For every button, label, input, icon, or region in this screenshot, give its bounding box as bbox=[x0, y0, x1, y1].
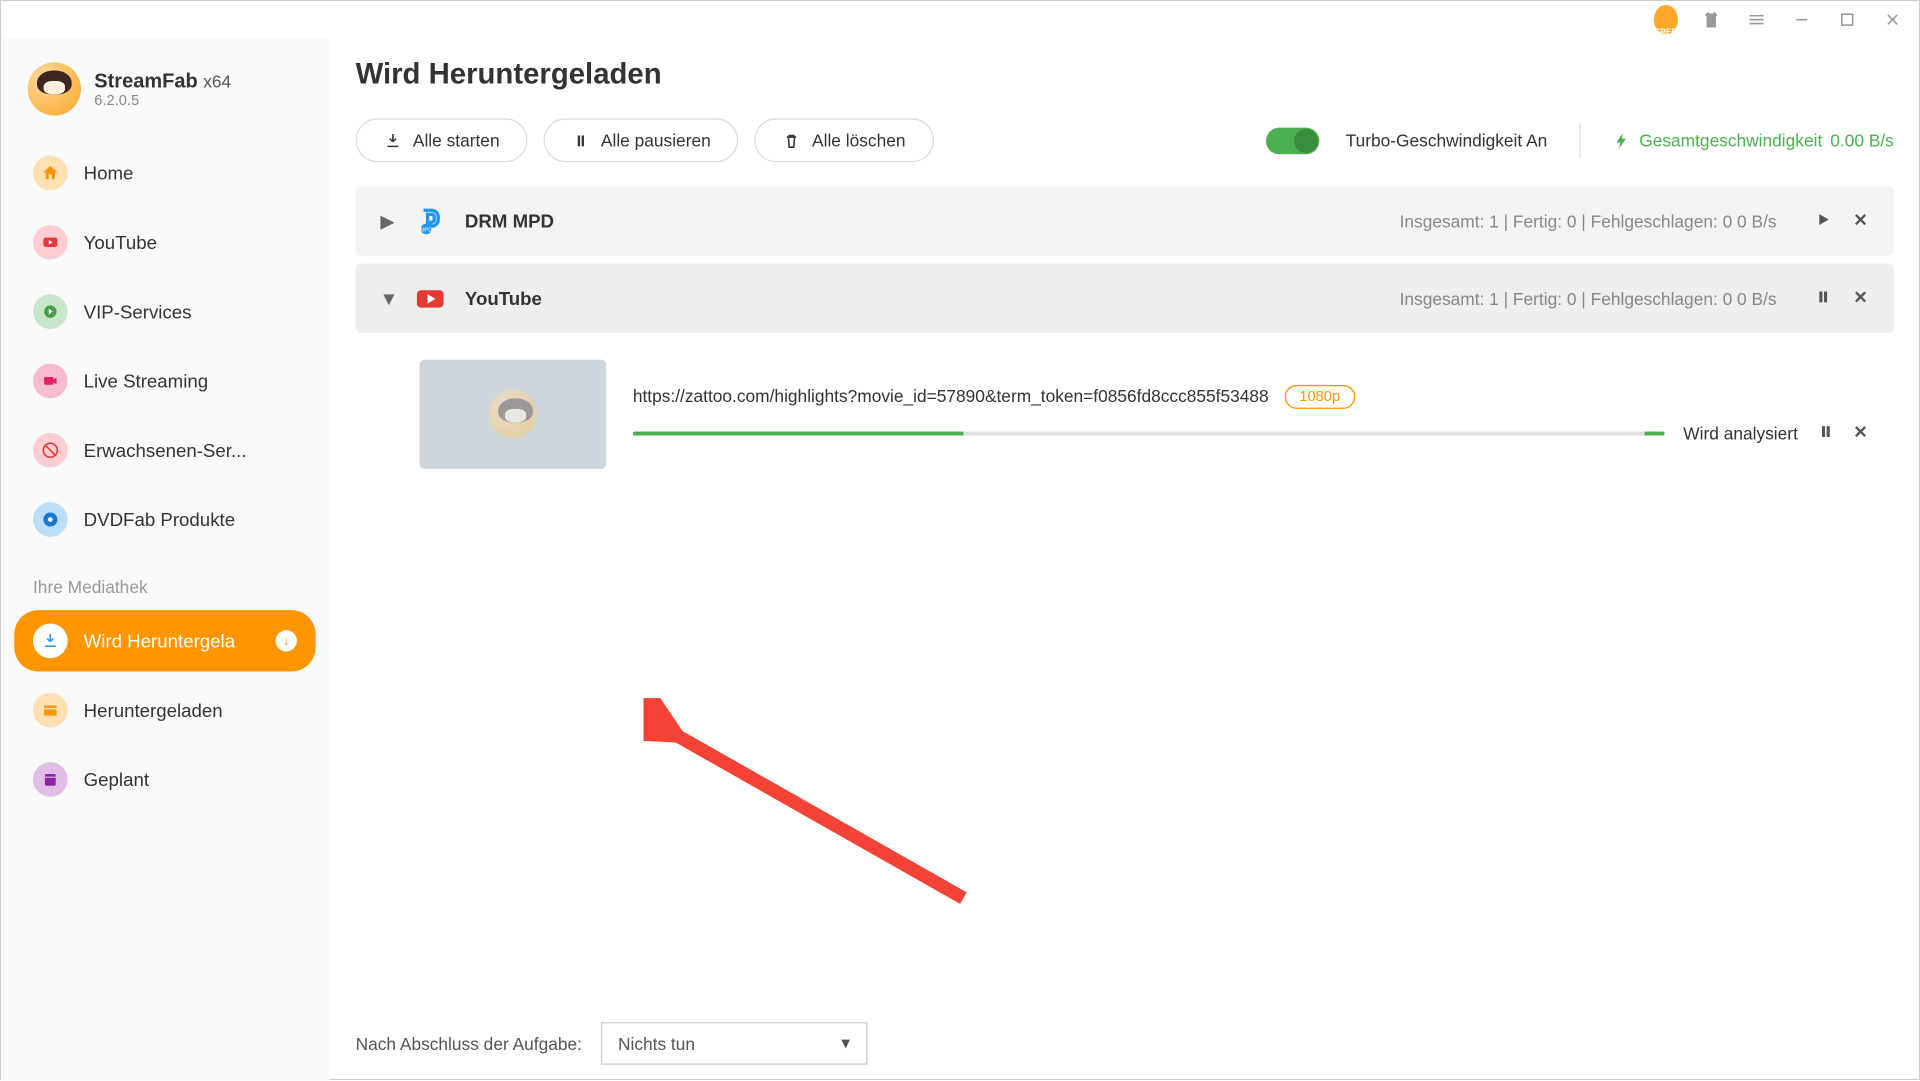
sidebar-item-youtube[interactable]: YouTube bbox=[14, 212, 315, 273]
close-icon[interactable] bbox=[1851, 210, 1870, 233]
toolbar: Alle starten Alle pausieren Alle löschen… bbox=[356, 118, 1894, 162]
sidebar-item-home[interactable]: Home bbox=[14, 142, 315, 203]
dvdfab-icon bbox=[33, 502, 68, 537]
youtube-icon bbox=[414, 282, 446, 314]
annotation-arrow bbox=[644, 698, 991, 925]
pause-icon bbox=[572, 131, 591, 150]
svg-text:MPD: MPD bbox=[420, 228, 432, 234]
chevron-down-icon[interactable]: ▼ bbox=[380, 288, 396, 309]
live-icon bbox=[33, 364, 68, 399]
close-icon[interactable] bbox=[1851, 287, 1870, 310]
download-item: https://zattoo.com/highlights?movie_id=5… bbox=[356, 341, 1894, 488]
group-youtube[interactable]: ▼ YouTube Insgesamt: 1 | Fertig: 0 | Feh… bbox=[356, 264, 1894, 333]
start-all-button[interactable]: Alle starten bbox=[356, 118, 528, 162]
downloaded-icon bbox=[33, 693, 68, 728]
chevron-down-icon: ▾ bbox=[841, 1033, 850, 1054]
item-url: https://zattoo.com/highlights?movie_id=5… bbox=[633, 386, 1269, 406]
pause-icon[interactable] bbox=[1814, 287, 1833, 310]
sidebar-item-downloading[interactable]: Wird Heruntergela ↓ bbox=[14, 610, 315, 671]
download-icon bbox=[384, 131, 403, 150]
delete-all-button[interactable]: Alle löschen bbox=[755, 118, 934, 162]
group-stats: Insgesamt: 1 | Fertig: 0 | Fehlgeschlage… bbox=[1400, 211, 1777, 231]
maximize-icon[interactable] bbox=[1835, 8, 1859, 32]
sidebar-item-vip[interactable]: VIP-Services bbox=[14, 281, 315, 342]
mpd-icon: MPD bbox=[414, 205, 446, 237]
lightning-icon bbox=[1613, 131, 1632, 150]
close-icon[interactable] bbox=[1881, 8, 1905, 32]
logo-icon bbox=[28, 62, 81, 115]
downloading-icon bbox=[33, 624, 68, 659]
sidebar-item-live[interactable]: Live Streaming bbox=[14, 350, 315, 411]
thumbnail bbox=[420, 360, 607, 469]
play-icon[interactable] bbox=[1814, 210, 1833, 233]
divider bbox=[1579, 123, 1580, 158]
sidebar-item-adult[interactable]: Erwachsenen-Ser... bbox=[14, 420, 315, 481]
library-section-header: Ihre Mediathek bbox=[14, 558, 315, 610]
group-stats: Insgesamt: 1 | Fertig: 0 | Fehlgeschlage… bbox=[1400, 288, 1777, 308]
app-version: 6.2.0.5 bbox=[94, 92, 231, 108]
content-area: Wird Heruntergeladen Alle starten Alle p… bbox=[329, 38, 1920, 1080]
quality-badge: 1080p bbox=[1285, 384, 1355, 408]
free-badge-icon[interactable] bbox=[1654, 8, 1678, 32]
sidebar-item-scheduled[interactable]: Geplant bbox=[14, 749, 315, 810]
youtube-icon bbox=[33, 225, 68, 260]
chevron-right-icon[interactable]: ▶ bbox=[380, 210, 396, 233]
vip-icon bbox=[33, 294, 68, 329]
adult-icon bbox=[33, 433, 68, 468]
total-speed: Gesamtgeschwindigkeit 0.00 B/s bbox=[1613, 130, 1894, 150]
bottom-bar: Nach Abschluss der Aufgabe: Nichts tun ▾ bbox=[356, 1022, 1894, 1065]
after-task-select[interactable]: Nichts tun ▾ bbox=[601, 1022, 868, 1065]
titlebar bbox=[1, 1, 1920, 38]
item-status: Wird analysiert bbox=[1683, 423, 1798, 443]
pause-all-button[interactable]: Alle pausieren bbox=[544, 118, 739, 162]
app-logo: StreamFab x64 6.2.0.5 bbox=[14, 54, 315, 142]
group-drm-mpd[interactable]: ▶ MPD DRM MPD Insgesamt: 1 | Fertig: 0 |… bbox=[356, 186, 1894, 255]
minimize-icon[interactable] bbox=[1790, 8, 1814, 32]
progress-bar bbox=[633, 431, 1665, 435]
app-brand: StreamFab x64 bbox=[94, 70, 231, 93]
page-title: Wird Heruntergeladen bbox=[356, 57, 1894, 92]
sidebar-item-downloaded[interactable]: Heruntergeladen bbox=[14, 679, 315, 740]
group-title: YouTube bbox=[465, 288, 1381, 309]
turbo-label: Turbo-Geschwindigkeit An bbox=[1346, 130, 1548, 150]
trash-icon bbox=[783, 131, 802, 150]
group-title: DRM MPD bbox=[465, 210, 1381, 231]
home-icon bbox=[33, 156, 68, 191]
after-task-label: Nach Abschluss der Aufgabe: bbox=[356, 1033, 582, 1053]
scheduled-icon bbox=[33, 762, 68, 797]
pause-icon[interactable] bbox=[1817, 422, 1836, 445]
turbo-toggle[interactable] bbox=[1266, 127, 1319, 154]
tshirt-icon[interactable] bbox=[1699, 8, 1723, 32]
close-icon[interactable] bbox=[1851, 422, 1870, 445]
sidebar: StreamFab x64 6.2.0.5 Home YouTube bbox=[1, 38, 329, 1080]
download-badge-icon: ↓ bbox=[276, 630, 297, 651]
menu-icon[interactable] bbox=[1745, 8, 1769, 32]
sidebar-item-dvdfab[interactable]: DVDFab Produkte bbox=[14, 489, 315, 550]
